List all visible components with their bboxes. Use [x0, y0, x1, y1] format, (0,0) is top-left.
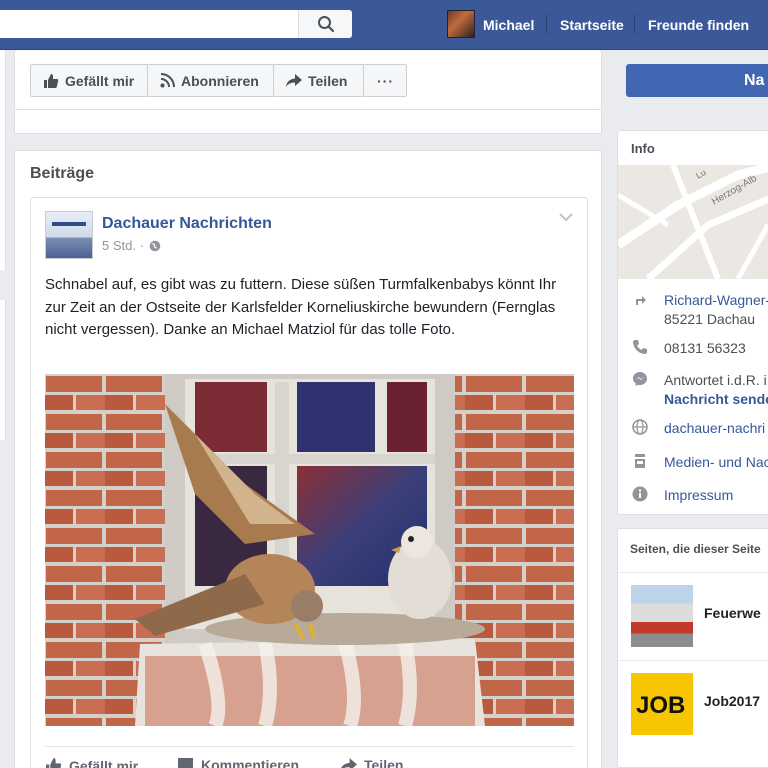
- send-message-link[interactable]: Nachricht sende: [664, 390, 768, 409]
- more-options-icon: ···: [377, 72, 394, 89]
- chevron-down-icon[interactable]: [559, 212, 573, 222]
- profile-link[interactable]: Michael: [483, 0, 534, 50]
- avatar[interactable]: [447, 10, 475, 38]
- share-arrow-icon: [286, 73, 302, 87]
- info-card: Info Lu Herzog-Alb Richard-Wagner- 85221…: [617, 130, 768, 515]
- liked-pages-title: Seiten, die dieser Seite: [630, 542, 761, 556]
- like-page-button[interactable]: Gefällt mir: [30, 64, 148, 97]
- nav-divider: [634, 14, 635, 34]
- directions-arrow-icon: [636, 296, 646, 305]
- liked-page-name[interactable]: Job2017: [704, 693, 760, 709]
- impressum-row[interactable]: Impressum: [618, 486, 768, 506]
- response-time: Antwortet i.d.R. i: [664, 372, 767, 388]
- job-logo-icon: JOB: [636, 692, 685, 719]
- like-post-label: Gefällt mir: [69, 757, 139, 768]
- share-page-button[interactable]: Teilen: [273, 64, 364, 97]
- top-navigation-bar: Michael Startseite Freunde finden: [0, 0, 768, 50]
- svg-text:JOB: JOB: [636, 692, 685, 719]
- storefront-icon: [635, 454, 645, 468]
- post-action-bar: Gefällt mir Kommentieren Teilen: [45, 746, 574, 768]
- thumbs-up-icon: [46, 758, 62, 768]
- follow-button[interactable]: Abonnieren: [147, 64, 274, 97]
- left-column-edge: [0, 50, 6, 270]
- liked-page-item[interactable]: Feuerwe: [618, 572, 768, 660]
- comment-button[interactable]: Kommentieren: [177, 757, 299, 768]
- find-friends-link[interactable]: Freunde finden: [648, 0, 749, 50]
- post-author-link[interactable]: Dachauer Nachrichten: [102, 215, 272, 233]
- liked-page-item[interactable]: JOB Job2017: [618, 660, 768, 748]
- comment-icon: [178, 758, 193, 768]
- phone-row[interactable]: 08131 56323: [618, 339, 768, 359]
- like-page-label: Gefällt mir: [65, 72, 135, 89]
- share-post-label: Teilen: [364, 757, 404, 768]
- rss-icon: [160, 73, 175, 88]
- messenger-icon: [633, 372, 647, 386]
- posts-section: Beiträge Dachauer Nachrichten 5 Std. · S…: [14, 150, 602, 768]
- home-link[interactable]: Startseite: [560, 0, 624, 50]
- messenger-row[interactable]: Antwortet i.d.R. i Nachricht sende: [618, 371, 768, 411]
- phone-icon: [633, 340, 647, 354]
- more-options-button[interactable]: ···: [363, 64, 407, 97]
- phone-number: 08131 56323: [664, 340, 746, 356]
- address-line-1: Richard-Wagner-: [664, 292, 768, 308]
- left-column-edge: [0, 300, 6, 440]
- address-row[interactable]: Richard-Wagner- 85221 Dachau: [618, 291, 768, 331]
- nav-divider: [546, 14, 547, 34]
- location-map[interactable]: Lu Herzog-Alb: [618, 165, 768, 279]
- action-bar-footer: [14, 110, 602, 134]
- page-logo[interactable]: [45, 211, 93, 259]
- post-card: Dachauer Nachrichten 5 Std. · Schnabel a…: [30, 197, 588, 768]
- follow-label: Abonnieren: [181, 72, 259, 89]
- impressum-link[interactable]: Impressum: [664, 486, 733, 505]
- globe-icon: [632, 419, 648, 435]
- comment-label: Kommentieren: [201, 757, 300, 768]
- search-icon: [317, 16, 334, 33]
- post-time-label: 5 Std. ·: [102, 238, 144, 253]
- like-post-button[interactable]: Gefällt mir: [45, 757, 138, 768]
- send-message-button[interactable]: Na: [626, 64, 768, 97]
- info-icon: [632, 486, 648, 502]
- category-row[interactable]: Medien- und Nac: [618, 453, 768, 473]
- share-arrow-icon: [340, 757, 357, 768]
- address-line-2: 85221 Dachau: [664, 311, 756, 327]
- post-timestamp[interactable]: 5 Std. ·: [102, 238, 161, 253]
- thumbs-up-icon: [44, 73, 59, 88]
- info-title: Info: [631, 141, 655, 156]
- share-post-button[interactable]: Teilen: [340, 757, 403, 768]
- website-row[interactable]: dachauer-nachri: [618, 419, 768, 439]
- website-link[interactable]: dachauer-nachri: [664, 419, 765, 438]
- liked-pages-card: Seiten, die dieser Seite Feuerwe JOB Job…: [617, 528, 768, 768]
- category-link[interactable]: Medien- und Nac: [664, 453, 768, 472]
- post-photo[interactable]: [45, 374, 574, 726]
- share-page-label: Teilen: [308, 72, 348, 89]
- liked-page-name[interactable]: Feuerwe: [704, 605, 761, 621]
- posts-section-title: Beiträge: [30, 165, 95, 182]
- job-logo-thumbnail[interactable]: JOB: [631, 673, 693, 735]
- globe-icon: [149, 240, 161, 251]
- post-text: Schnabel auf, es gibt was zu futtern. Di…: [45, 276, 557, 338]
- search-button[interactable]: [298, 10, 352, 38]
- fire-station-thumbnail[interactable]: [631, 585, 693, 647]
